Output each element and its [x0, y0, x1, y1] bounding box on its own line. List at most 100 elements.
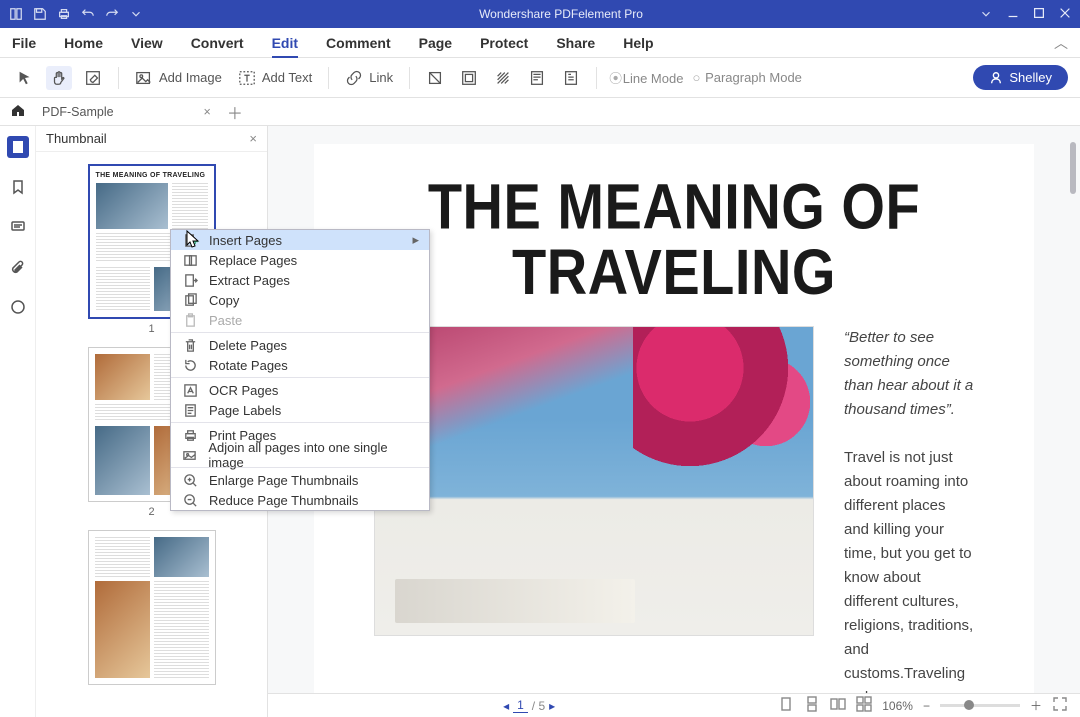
paragraph-mode-toggle[interactable]: ○ Paragraph Mode	[691, 70, 801, 85]
add-tab-button[interactable]: ＋	[227, 100, 243, 124]
thumbnails-rail-button[interactable]	[7, 136, 29, 158]
zoom-value[interactable]: 106%	[882, 699, 913, 713]
edit-object-tool[interactable]	[80, 66, 106, 90]
context-ocr-label: OCR Pages	[209, 383, 278, 398]
close-thumbnail-panel-icon[interactable]: ×	[249, 131, 257, 146]
user-name: Shelley	[1009, 70, 1052, 85]
zoom-out-button[interactable]: −	[923, 699, 930, 713]
context-extract-label: Extract Pages	[209, 273, 290, 288]
context-ocr[interactable]: OCR Pages	[171, 380, 429, 400]
app-title: Wondershare PDFelement Pro	[144, 7, 978, 21]
zoom-in-button[interactable]: ＋	[1030, 697, 1042, 714]
link-button[interactable]: Link	[341, 66, 397, 90]
app-logo-icon	[8, 6, 24, 22]
title-dropdown-icon[interactable]	[128, 6, 144, 22]
add-image-label: Add Image	[159, 70, 222, 85]
edit-toolbar: Add Image Add Text Link ⦿ Line Mode ○ Pa…	[0, 58, 1080, 98]
add-text-button[interactable]: Add Text	[234, 66, 316, 90]
menu-convert[interactable]: Convert	[191, 35, 244, 51]
prev-page-button[interactable]: ◂	[503, 699, 509, 713]
view-two-page-icon[interactable]	[830, 696, 846, 715]
view-single-icon[interactable]	[778, 696, 794, 715]
fullscreen-icon[interactable]	[1052, 696, 1068, 715]
bookmarks-rail-button[interactable]	[7, 176, 29, 198]
line-mode-toggle[interactable]: ⦿ Line Mode	[609, 68, 683, 87]
context-adjoin[interactable]: Adjoin all pages into one single image	[171, 445, 429, 465]
mouse-cursor	[186, 230, 200, 248]
title-bar: Wondershare PDFelement Pro	[0, 0, 1080, 28]
next-page-button[interactable]: ▸	[549, 699, 555, 713]
menu-protect[interactable]: Protect	[480, 35, 528, 51]
title-dropdown-right-icon[interactable]	[978, 6, 994, 22]
chat-rail-button[interactable]	[7, 296, 29, 318]
bates-tool[interactable]	[558, 66, 584, 90]
context-replace[interactable]: Replace Pages	[171, 250, 429, 270]
copy-icon	[181, 291, 199, 309]
labels-icon	[181, 401, 199, 419]
context-copy[interactable]: Copy	[171, 290, 429, 310]
context-copy-label: Copy	[209, 293, 239, 308]
watermark-tool[interactable]	[456, 66, 482, 90]
context-enlarge-label: Enlarge Page Thumbnails	[209, 473, 358, 488]
context-adjoin-label: Adjoin all pages into one single image	[208, 440, 419, 470]
view-grid-icon[interactable]	[856, 696, 872, 715]
attachments-rail-button[interactable]	[7, 256, 29, 278]
close-tab-icon[interactable]: ×	[204, 105, 211, 119]
view-continuous-icon[interactable]	[804, 696, 820, 715]
workspace: Thumbnail × THE MEANING OF TRAVELING 1	[0, 126, 1080, 717]
minimize-button[interactable]	[1006, 6, 1020, 23]
menu-page[interactable]: Page	[419, 35, 452, 51]
context-delete-label: Delete Pages	[209, 338, 287, 353]
menu-help[interactable]: Help	[623, 35, 653, 51]
print-icon[interactable]	[56, 6, 72, 22]
menu-home[interactable]: Home	[64, 35, 103, 51]
menu-view[interactable]: View	[131, 35, 163, 51]
add-image-button[interactable]: Add Image	[131, 66, 226, 90]
crop-tool[interactable]	[422, 66, 448, 90]
collapse-ribbon-icon[interactable]: ︿	[1054, 33, 1068, 53]
add-text-label: Add Text	[262, 70, 312, 85]
context-rotate[interactable]: Rotate Pages	[171, 355, 429, 375]
save-icon[interactable]	[32, 6, 48, 22]
context-insert[interactable]: Insert Pages▸	[171, 230, 429, 250]
link-label: Link	[369, 70, 393, 85]
user-account-button[interactable]: Shelley	[973, 65, 1068, 90]
context-reduce[interactable]: Reduce Page Thumbnails	[171, 490, 429, 510]
context-paste-label: Paste	[209, 313, 242, 328]
print-icon	[181, 426, 199, 444]
thumbnail-page-3[interactable]	[88, 530, 216, 685]
menu-share[interactable]: Share	[556, 35, 595, 51]
context-extract[interactable]: Extract Pages	[171, 270, 429, 290]
file-tab-label: PDF-Sample	[42, 105, 114, 119]
redo-icon[interactable]	[104, 6, 120, 22]
context-labels[interactable]: Page Labels	[171, 400, 429, 420]
comments-rail-button[interactable]	[7, 216, 29, 238]
enlarge-icon	[181, 471, 199, 489]
submenu-arrow-icon: ▸	[412, 232, 419, 248]
document-tab-row: PDF-Sample × ＋	[0, 98, 1080, 126]
hand-tool[interactable]	[46, 66, 72, 90]
page-current[interactable]: 1	[513, 698, 528, 713]
paste-icon	[181, 311, 199, 329]
menu-bar: File Home View Convert Edit Comment Page…	[0, 28, 1080, 58]
maximize-button[interactable]	[1032, 6, 1046, 23]
home-tab-icon[interactable]	[10, 102, 26, 121]
file-tab[interactable]: PDF-Sample ×	[36, 105, 217, 119]
background-tool[interactable]	[490, 66, 516, 90]
menu-file[interactable]: File	[12, 35, 36, 51]
zoom-slider[interactable]	[940, 704, 1020, 707]
status-bar: ◂ 1 / 5 ▸ 106% − ＋	[268, 693, 1080, 717]
reduce-icon	[181, 491, 199, 509]
close-window-button[interactable]	[1058, 6, 1072, 23]
menu-edit[interactable]: Edit	[272, 35, 298, 51]
ocr-icon	[181, 381, 199, 399]
select-tool[interactable]	[12, 66, 38, 90]
vertical-scrollbar[interactable]	[1070, 142, 1076, 194]
undo-icon[interactable]	[80, 6, 96, 22]
header-footer-tool[interactable]	[524, 66, 550, 90]
menu-comment[interactable]: Comment	[326, 35, 391, 51]
context-delete[interactable]: Delete Pages	[171, 335, 429, 355]
side-rail	[0, 126, 36, 717]
context-reduce-label: Reduce Page Thumbnails	[209, 493, 358, 508]
context-enlarge[interactable]: Enlarge Page Thumbnails	[171, 470, 429, 490]
